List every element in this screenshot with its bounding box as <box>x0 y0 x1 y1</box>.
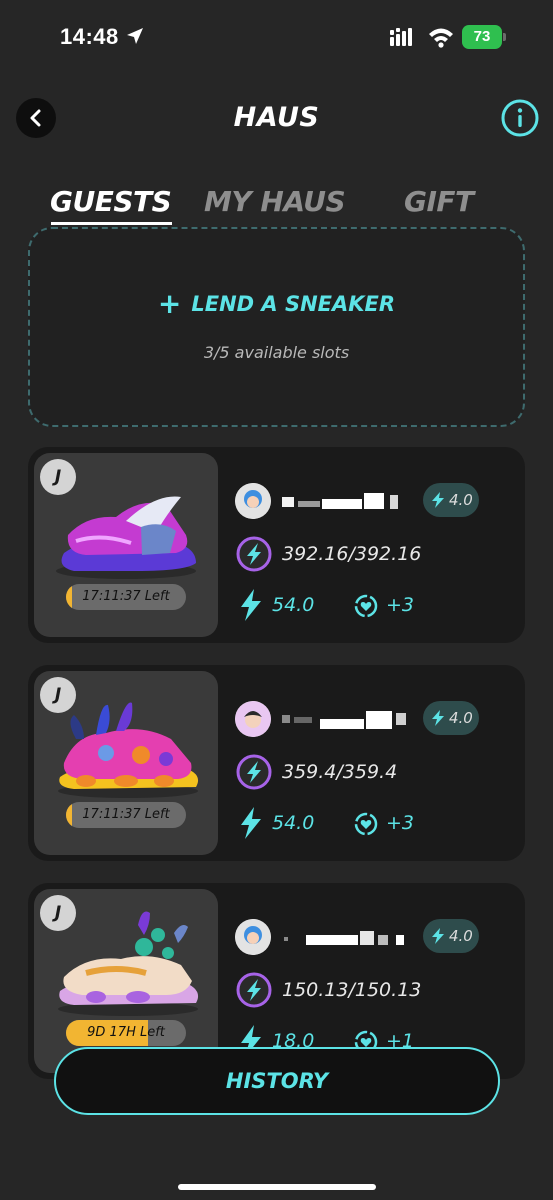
energy-icon <box>236 536 272 572</box>
time-left-text: 17:11:37 Left <box>82 589 170 604</box>
bolt-icon <box>241 589 261 621</box>
location-arrow-icon <box>127 28 143 44</box>
time-left-indicator: 17:11:37 Left <box>66 802 186 828</box>
lend-sneaker-label: LEND A SNEAKER <box>191 292 396 316</box>
info-icon[interactable] <box>500 98 540 138</box>
guest-card[interactable]: J 17:11:37 Left 4.0 359.4/359.4 54.0 +3 <box>28 665 525 861</box>
battery-level: 73 <box>473 28 491 45</box>
lend-sneaker-box[interactable]: + LEND A SNEAKER 3/5 available slots <box>28 227 525 427</box>
sneaker-image <box>56 496 197 579</box>
available-slots-text: 3/5 available slots <box>203 343 350 362</box>
energy-value: 392.16/392.16 <box>282 543 422 565</box>
sneaker-thumbnail[interactable]: J 17:11:37 Left <box>34 453 218 637</box>
status-time: 14:48 <box>60 24 119 49</box>
level-badge: 4.0 <box>423 919 479 953</box>
plus-icon: + <box>157 287 182 320</box>
energy-value: 150.13/150.13 <box>282 979 422 1001</box>
bolt-icon <box>432 492 444 508</box>
battery-icon: 73 <box>462 25 506 49</box>
battery-nub <box>503 33 506 41</box>
lend-sneaker-button[interactable]: + LEND A SNEAKER <box>30 287 523 321</box>
bolt-icon <box>432 710 444 726</box>
sneaker-image <box>58 911 199 1016</box>
avatar-image <box>235 701 271 737</box>
bolt-icon <box>241 807 261 839</box>
tab-guests[interactable]: GUESTS <box>50 182 172 222</box>
heart-icon <box>354 812 378 836</box>
level-value: 4.0 <box>449 709 473 727</box>
time-left-text: 17:11:37 Left <box>82 807 170 822</box>
bolt-value: 54.0 <box>272 812 315 834</box>
bolt-value: 54.0 <box>272 594 315 616</box>
level-value: 4.0 <box>449 927 473 945</box>
active-tab-indicator <box>51 222 172 225</box>
avatar-image <box>235 483 271 519</box>
avatar[interactable] <box>235 701 271 737</box>
energy-icon <box>236 972 272 1008</box>
tab-gift[interactable]: GIFT <box>404 182 474 222</box>
avatar-image <box>235 919 271 955</box>
sneaker-image <box>58 702 199 798</box>
energy-value: 359.4/359.4 <box>282 761 398 783</box>
owner-name-redacted <box>284 931 404 945</box>
avatar[interactable] <box>235 919 271 955</box>
status-bar: 14:48 73 <box>0 0 553 78</box>
heart-value: +3 <box>386 594 415 616</box>
level-badge: 4.0 <box>423 483 479 517</box>
tab-my-haus[interactable]: MY HAUS <box>204 182 346 222</box>
time-left-text: 9D 17H Left <box>87 1025 165 1040</box>
heart-icon <box>354 594 378 618</box>
bolt-icon <box>432 928 444 944</box>
time-left-indicator: 17:11:37 Left <box>66 584 186 610</box>
energy-icon <box>236 754 272 790</box>
level-value: 4.0 <box>449 491 473 509</box>
time-left-indicator: 9D 17H Left <box>66 1020 186 1046</box>
history-button[interactable]: HISTORY <box>54 1047 500 1115</box>
heart-value: +3 <box>386 812 415 834</box>
home-indicator[interactable] <box>178 1184 376 1190</box>
page-title: HAUS <box>233 102 320 133</box>
sneaker-thumbnail[interactable]: J 9D 17H Left <box>34 889 218 1073</box>
level-badge: 4.0 <box>423 701 479 735</box>
signal-icon <box>390 28 412 46</box>
owner-name-redacted <box>282 493 398 509</box>
owner-name-redacted <box>282 711 406 729</box>
avatar[interactable] <box>235 483 271 519</box>
sneaker-thumbnail[interactable]: J 17:11:37 Left <box>34 671 218 855</box>
wifi-icon <box>429 28 453 48</box>
guest-card[interactable]: J 17:11:37 Left 4.0 392.16/392.16 54.0 +… <box>28 447 525 643</box>
